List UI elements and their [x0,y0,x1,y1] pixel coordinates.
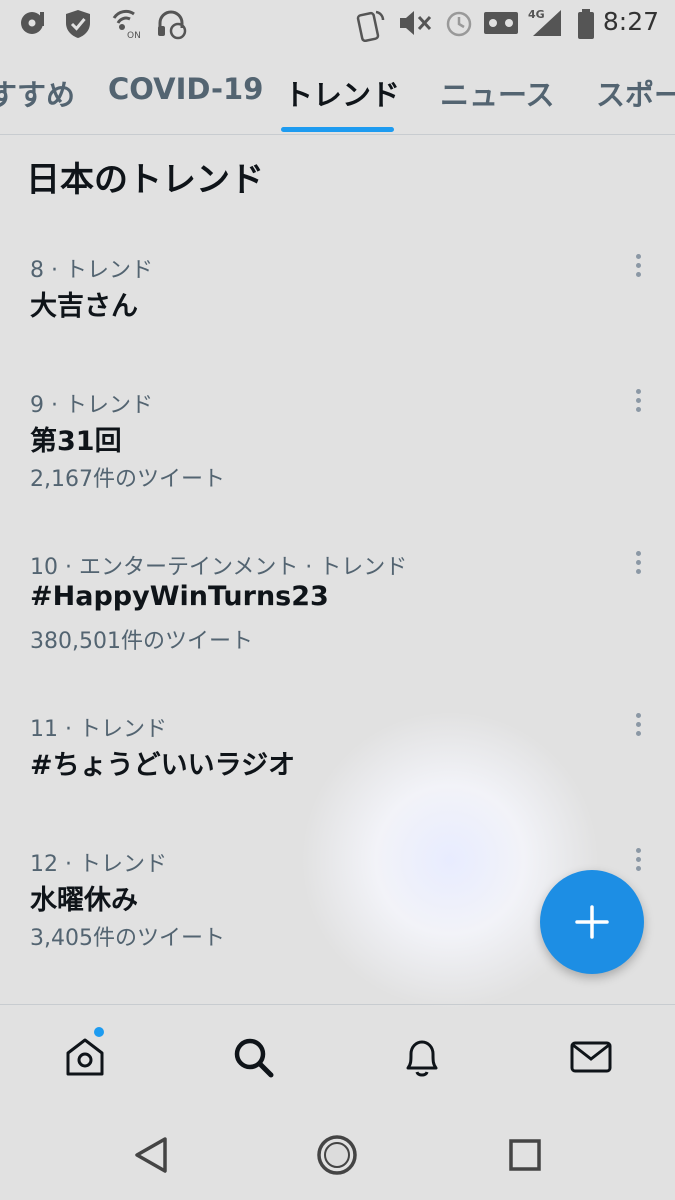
trend-name: 大吉さん [30,291,138,322]
trend-item[interactable]: 9 · トレンド 第31回 2,167件のツイート [0,387,675,517]
mail-icon[interactable] [569,1035,613,1079]
tab-sports[interactable]: スポー [596,72,675,114]
more-options-icon[interactable] [626,844,650,878]
tab-news[interactable]: ニュース [440,72,555,114]
more-options-icon[interactable] [626,547,650,581]
plus-icon [575,905,609,939]
back-icon[interactable] [132,1135,170,1175]
trend-meta: 10 · エンターテインメント · トレンド [30,555,408,580]
more-options-icon[interactable] [626,250,650,284]
clock: 8:27 [602,7,659,36]
trend-name: #ちょうどいいラジオ [30,750,296,781]
network-label: 4G [528,8,545,21]
tweet-count: 380,501件のツイート [30,629,253,654]
system-navigation-bar [0,1105,675,1200]
mute-icon [400,11,432,35]
tweet-count: 2,167件のツイート [30,467,225,492]
notification-dot [94,1027,104,1037]
alarm-icon [446,11,472,37]
compose-tweet-button[interactable] [540,870,644,974]
headphones-icon [158,10,187,40]
trend-meta: 12 · トレンド [30,852,167,877]
recents-icon[interactable] [508,1138,542,1172]
trend-meta: 9 · トレンド [30,393,153,418]
more-options-icon[interactable] [626,385,650,419]
trend-meta: 8 · トレンド [30,258,153,283]
search-icon[interactable] [231,1035,275,1079]
trend-name: #HappyWinTurns23 [30,581,329,612]
trend-name: 水曜休み [30,885,138,916]
media-icon [21,12,44,34]
trend-name: 第31回 [30,426,122,457]
battery-icon [578,9,594,39]
home-icon[interactable] [63,1035,107,1079]
active-tab-indicator [281,127,394,132]
trend-item[interactable]: 10 · エンターテインメント · トレンド #HappyWinTurns23 … [0,549,675,679]
tweet-count: 3,405件のツイート [30,926,225,951]
bottom-navigation [0,1004,675,1105]
more-options-icon[interactable] [626,709,650,743]
trend-item[interactable]: 8 · トレンド 大吉さん [0,252,675,362]
tab-covid19[interactable]: COVID-19 [108,72,263,106]
status-bar: ON 4G 8:27 [0,0,675,50]
svg-text:ON: ON [127,31,141,40]
home-circle-icon[interactable] [316,1134,358,1176]
tab-trends[interactable]: トレンド [284,72,400,114]
trend-meta: 11 · トレンド [30,717,167,742]
hotspot-icon: ON [112,9,141,40]
section-title: 日本のトレンド [26,160,264,200]
nfc-icon [356,10,385,42]
explore-tabs: すすめ COVID-19 トレンド ニュース スポー [0,50,675,135]
voicemail-icon [484,12,518,34]
shield-icon [66,10,90,38]
bell-icon[interactable] [400,1035,444,1079]
tab-recommended[interactable]: すすめ [0,72,75,114]
